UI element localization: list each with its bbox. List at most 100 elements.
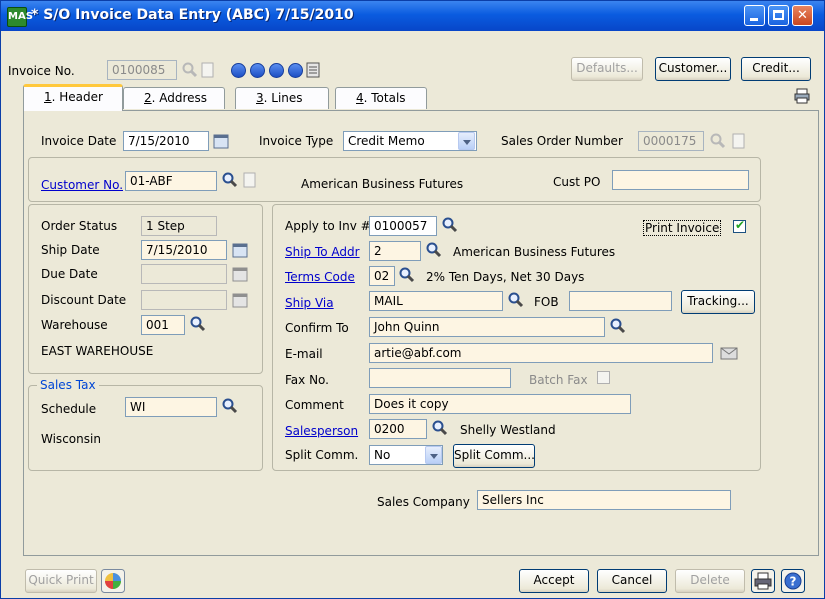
schedule-field[interactable]: WI xyxy=(125,397,217,417)
first-record-icon[interactable] xyxy=(231,63,246,78)
terms-code-description: 2% Ten Days, Net 30 Days xyxy=(426,270,585,284)
due-date-calendar-icon[interactable] xyxy=(232,266,248,282)
delete-button[interactable]: Delete xyxy=(675,569,745,593)
cancel-button[interactable]: Cancel xyxy=(597,569,667,593)
ship-to-addr-field[interactable]: 2 xyxy=(369,241,421,261)
customer-name: American Business Futures xyxy=(301,177,464,191)
ship-via-lookup-icon[interactable] xyxy=(507,291,525,309)
batch-fax-checkbox[interactable] xyxy=(597,371,610,384)
calendar-icon[interactable] xyxy=(213,133,229,149)
invoice-date-field[interactable]: 7/15/2010 xyxy=(123,131,209,151)
maximize-button[interactable] xyxy=(768,5,789,26)
discount-date-calendar-icon[interactable] xyxy=(232,292,248,308)
invoice-type-dropdown-icon[interactable] xyxy=(458,132,475,150)
sales-tax-group-label: Sales Tax xyxy=(37,378,99,392)
discount-date-label: Discount Date xyxy=(41,293,127,307)
warehouse-field[interactable]: 001 xyxy=(141,315,185,335)
terms-code-lookup-icon[interactable] xyxy=(398,266,416,284)
customer-lookup-icon[interactable] xyxy=(221,171,239,189)
credit-button[interactable]: Credit... xyxy=(741,57,811,81)
fax-no-label: Fax No. xyxy=(285,373,329,387)
confirm-to-field[interactable]: John Quinn xyxy=(369,317,605,337)
tab-address[interactable]: 2. Address xyxy=(123,87,225,109)
ship-date-field[interactable]: 7/15/2010 xyxy=(141,240,227,260)
salesperson-field[interactable]: 0200 xyxy=(369,419,427,439)
due-date-label: Due Date xyxy=(41,267,98,281)
sales-company-label: Sales Company xyxy=(377,495,470,509)
customer-new-icon[interactable] xyxy=(243,172,257,188)
sales-order-lookup-icon[interactable] xyxy=(709,132,727,150)
previous-record-icon[interactable] xyxy=(250,63,265,78)
split-comm-button[interactable]: Split Comm... xyxy=(453,444,535,468)
tab-totals[interactable]: 4. Totals xyxy=(335,87,427,109)
terms-code-field[interactable]: 02 xyxy=(369,266,395,286)
invoice-new-icon[interactable] xyxy=(201,62,215,78)
ship-to-addr-lookup-icon[interactable] xyxy=(425,241,443,259)
quick-print-button[interactable]: Quick Print xyxy=(25,569,97,593)
split-comm-label: Split Comm. xyxy=(285,448,359,462)
schedule-lookup-icon[interactable] xyxy=(221,397,239,415)
cust-po-label: Cust PO xyxy=(553,175,601,189)
apply-to-inv-field[interactable]: 0100057 xyxy=(369,216,437,236)
sales-order-new-icon[interactable] xyxy=(732,133,746,149)
ship-date-label: Ship Date xyxy=(41,243,100,257)
ship-date-calendar-icon[interactable] xyxy=(232,242,248,258)
invoice-type-label: Invoice Type xyxy=(259,134,334,148)
split-comm-dropdown-icon[interactable] xyxy=(425,446,442,464)
customer-no-link[interactable]: Customer No. xyxy=(41,178,123,192)
sales-order-number-field[interactable]: 0000175 xyxy=(638,131,704,151)
next-record-icon[interactable] xyxy=(269,63,284,78)
invoice-lookup-icon[interactable] xyxy=(181,61,199,79)
batch-fax-label: Batch Fax xyxy=(529,373,588,387)
warehouse-lookup-icon[interactable] xyxy=(189,315,207,333)
color-wheel-icon[interactable] xyxy=(101,569,125,593)
invoice-window: MAS * S/O Invoice Data Entry (ABC) 7/15/… xyxy=(0,0,825,599)
salesperson-link[interactable]: Salesperson xyxy=(285,424,358,438)
comment-label: Comment xyxy=(285,398,344,412)
ship-via-link[interactable]: Ship Via xyxy=(285,296,334,310)
defaults-button[interactable]: Defaults... xyxy=(571,57,643,81)
ship-to-addr-link[interactable]: Ship To Addr xyxy=(285,245,360,259)
apply-to-inv-lookup-icon[interactable] xyxy=(441,216,459,234)
tracking-button[interactable]: Tracking... xyxy=(681,290,755,314)
discount-date-field[interactable] xyxy=(141,290,227,310)
customer-no-field[interactable]: 01-ABF xyxy=(125,171,217,191)
invoice-no-label: Invoice No. xyxy=(8,64,75,78)
close-button[interactable] xyxy=(792,5,813,26)
app-icon: MAS xyxy=(7,7,33,27)
record-list-icon[interactable] xyxy=(306,62,320,78)
ship-via-field[interactable]: MAIL xyxy=(369,291,503,311)
email-envelope-icon[interactable] xyxy=(720,347,738,360)
email-field[interactable]: artie@abf.com xyxy=(369,343,713,363)
salesperson-description: Shelly Westland xyxy=(460,423,556,437)
schedule-label: Schedule xyxy=(41,402,97,416)
terms-code-link[interactable]: Terms Code xyxy=(285,270,355,284)
print-icon[interactable] xyxy=(751,569,775,593)
help-icon[interactable]: ? xyxy=(781,569,805,593)
schedule-description: Wisconsin xyxy=(41,432,101,446)
invoice-no-field[interactable]: 0100085 xyxy=(107,60,177,80)
fob-field[interactable] xyxy=(569,291,672,311)
warehouse-description: EAST WAREHOUSE xyxy=(41,344,154,358)
salesperson-lookup-icon[interactable] xyxy=(431,419,449,437)
confirm-to-lookup-icon[interactable] xyxy=(609,317,627,335)
tab-header[interactable]: 1. Header xyxy=(23,84,123,111)
confirm-to-label: Confirm To xyxy=(285,321,349,335)
invoice-date-label: Invoice Date xyxy=(41,134,117,148)
ship-to-addr-description: American Business Futures xyxy=(453,245,616,259)
minimize-button[interactable] xyxy=(744,5,765,26)
printer-icon[interactable] xyxy=(793,87,811,105)
order-status-field: 1 Step xyxy=(141,216,217,236)
last-record-icon[interactable] xyxy=(288,63,303,78)
comment-field[interactable]: Does it copy xyxy=(369,394,631,414)
cust-po-field[interactable] xyxy=(612,170,749,190)
invoice-type-select[interactable]: Credit Memo xyxy=(343,131,477,151)
due-date-field[interactable] xyxy=(141,264,227,284)
customer-button[interactable]: Customer... xyxy=(655,57,731,81)
tab-lines[interactable]: 3. Lines xyxy=(235,87,329,109)
title-bar[interactable]: MAS * S/O Invoice Data Entry (ABC) 7/15/… xyxy=(1,1,824,31)
accept-button[interactable]: Accept xyxy=(519,569,589,593)
fax-no-field[interactable] xyxy=(369,368,511,388)
print-invoice-checkbox[interactable] xyxy=(733,218,746,233)
sales-company-field[interactable]: Sellers Inc xyxy=(477,490,731,510)
